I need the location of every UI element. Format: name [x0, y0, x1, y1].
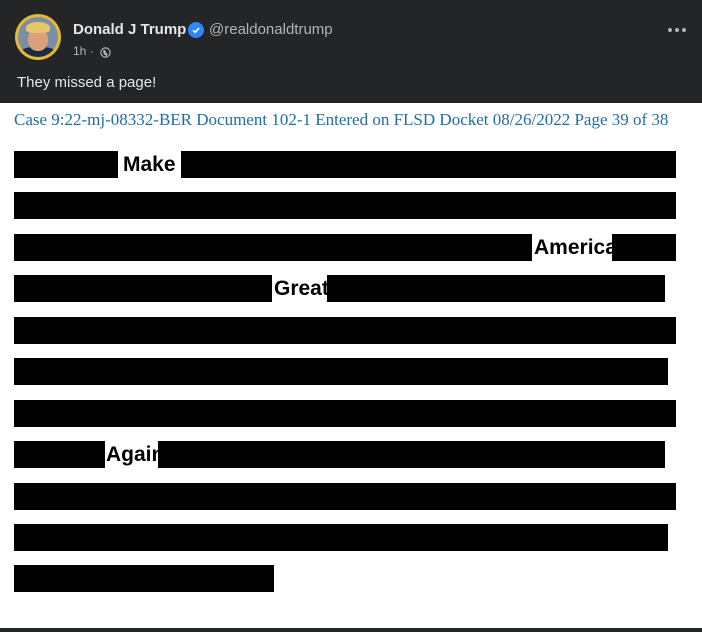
redaction-bar: [14, 234, 532, 261]
visible-word-great: Great: [274, 277, 329, 300]
post-header: Donald J Trump @realdonaldtrump 1h · The…: [0, 0, 702, 103]
visible-word-america: America: [534, 236, 617, 259]
redaction-bar: [14, 192, 676, 219]
author-avatar[interactable]: [15, 14, 61, 60]
meta-separator: ·: [89, 44, 94, 58]
redaction-bar: [14, 565, 274, 592]
redaction-bar: [14, 441, 105, 468]
redaction-bar: [158, 441, 665, 468]
post-meta: 1h ·: [73, 43, 94, 59]
visible-word-again: Again: [106, 443, 165, 466]
redaction-bar: [14, 400, 676, 427]
author-name[interactable]: Donald J Trump: [73, 20, 186, 40]
redaction-bar: [14, 524, 668, 551]
redaction-bar: [14, 358, 668, 385]
visible-word-make: Make: [123, 153, 176, 176]
post-timestamp[interactable]: 1h: [73, 44, 86, 58]
redaction-bar: [14, 275, 272, 302]
more-options-button[interactable]: [665, 20, 689, 40]
avatar-photo: [18, 17, 58, 57]
attached-document-image[interactable]: Case 9:22-mj-08332-BER Document 102-1 En…: [0, 103, 702, 628]
globe-icon: [100, 45, 111, 58]
redaction-bar: [14, 151, 118, 178]
redaction-bar: [14, 483, 676, 510]
redaction-bar: [327, 275, 665, 302]
redaction-bar: [14, 317, 676, 344]
redaction-bar: [612, 234, 676, 261]
more-options-icon: [668, 28, 672, 32]
post-caption: They missed a page!: [17, 74, 157, 91]
post-footer-edge: [0, 628, 702, 632]
document-case-header: Case 9:22-mj-08332-BER Document 102-1 En…: [14, 110, 669, 129]
author-handle[interactable]: @realdonaldtrump: [209, 20, 333, 40]
verified-badge-icon: [188, 22, 204, 38]
redaction-bar: [181, 151, 676, 178]
